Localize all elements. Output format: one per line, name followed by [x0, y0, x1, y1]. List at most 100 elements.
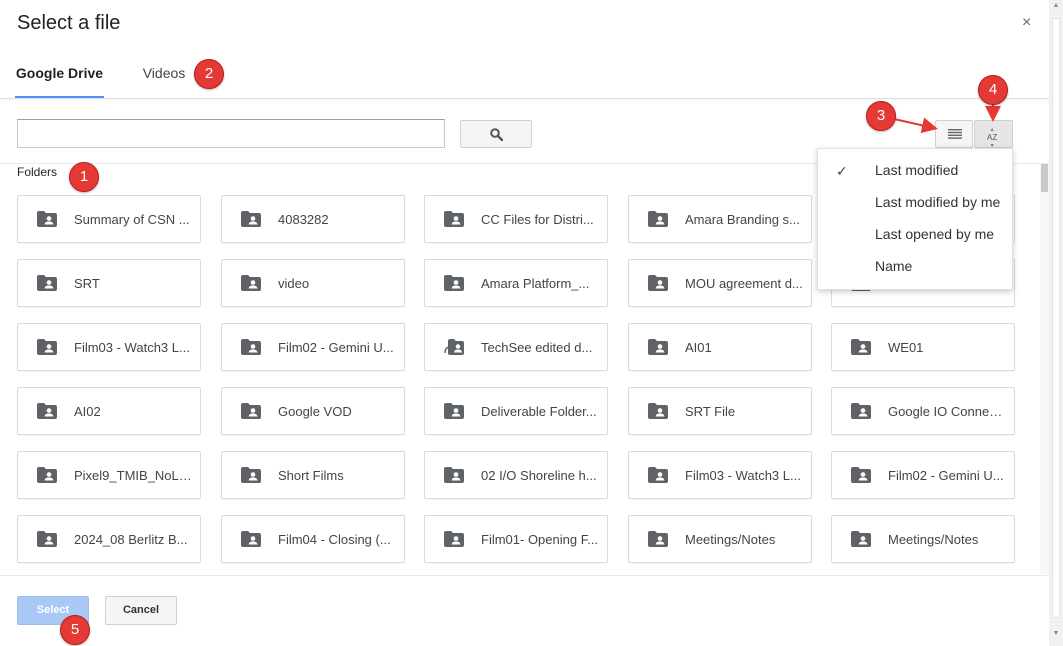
- folder-shared-icon: [241, 467, 261, 483]
- sort-button[interactable]: ▴ AZ ▾: [974, 120, 1013, 149]
- folder-item[interactable]: Pixel9_TMIB_NoLi...: [17, 451, 201, 499]
- folder-item[interactable]: TechSee edited d...: [424, 323, 608, 371]
- search-input[interactable]: [17, 119, 445, 148]
- sort-option-label: Last opened by me: [875, 226, 995, 242]
- folder-name: Short Films: [278, 468, 344, 483]
- folder-name: Amara Branding s...: [685, 212, 800, 227]
- tab-divider: [0, 98, 1049, 99]
- folder-shared-icon: [648, 339, 668, 355]
- folder-shared-icon: [241, 339, 261, 355]
- folder-item[interactable]: Google VOD: [221, 387, 405, 435]
- tab-google-drive[interactable]: Google Drive: [15, 56, 104, 99]
- folder-shared-icon: [648, 531, 668, 547]
- annotation-badge-4: 4: [978, 75, 1008, 105]
- folder-item[interactable]: Film03 - Watch3 L...: [628, 451, 812, 499]
- folder-item[interactable]: Deliverable Folder...: [424, 387, 608, 435]
- folder-name: video: [278, 276, 310, 291]
- folder-name: Google IO Connec...: [888, 404, 1006, 419]
- sort-option-last-opened-by-me[interactable]: Last opened by me: [818, 219, 1014, 251]
- folder-item[interactable]: Amara Branding s...: [628, 195, 812, 243]
- tab-videos[interactable]: Videos: [129, 56, 199, 99]
- folder-shared-icon: [851, 339, 871, 355]
- folder-item[interactable]: AI02: [17, 387, 201, 435]
- sort-option-last-modified[interactable]: ✓ Last modified: [818, 155, 1014, 187]
- folder-shared-icon: [851, 531, 871, 547]
- folder-item[interactable]: Summary of CSN ...: [17, 195, 201, 243]
- folder-name: Deliverable Folder...: [481, 404, 597, 419]
- sort-option-last-modified-by-me[interactable]: Last modified by me: [818, 187, 1014, 219]
- folder-list-scroll-thumb[interactable]: [1041, 164, 1048, 192]
- folder-item[interactable]: Film03 - Watch3 L...: [17, 323, 201, 371]
- sort-option-label: Last modified by me: [875, 194, 1001, 210]
- folder-shared-icon: [444, 403, 464, 419]
- folder-item[interactable]: Film02 - Gemini U...: [221, 323, 405, 371]
- folder-item[interactable]: MOU agreement d...: [628, 259, 812, 307]
- folder-name: AI02: [74, 404, 101, 419]
- folder-shared-icon: [37, 275, 57, 291]
- folder-name: SRT: [74, 276, 100, 291]
- folder-item[interactable]: Amara Platform_...: [424, 259, 608, 307]
- folder-name: Film03 - Watch3 L...: [685, 468, 801, 483]
- folder-name: 02 I/O Shoreline h...: [481, 468, 597, 483]
- folder-item[interactable]: Google IO Connec...: [831, 387, 1015, 435]
- folder-name: Amara Platform_...: [481, 276, 590, 291]
- sort-option-label: Name: [875, 258, 913, 274]
- folder-item[interactable]: Film04 - Closing (...: [221, 515, 405, 563]
- folder-shared-icon: [241, 531, 261, 547]
- sort-az-icon: ▴ AZ ▾: [987, 127, 998, 149]
- scroll-up-arrow-icon[interactable]: ▲: [1049, 2, 1063, 14]
- sort-option-name[interactable]: Name: [818, 251, 1014, 283]
- folder-name: AI01: [685, 340, 712, 355]
- folders-heading: Folders: [17, 165, 58, 179]
- list-view-button[interactable]: [935, 120, 973, 148]
- folder-shared-icon: [648, 211, 668, 227]
- scroll-down-arrow-icon[interactable]: ▼: [1049, 630, 1063, 642]
- folder-item[interactable]: CC Files for Distri...: [424, 195, 608, 243]
- folder-item[interactable]: 2024_08 Berlitz B...: [17, 515, 201, 563]
- sort-menu: ✓ Last modified Last modified by me Last…: [817, 148, 1013, 290]
- cancel-button[interactable]: Cancel: [105, 596, 177, 625]
- list-view-icon: [948, 129, 962, 139]
- folder-name: Film03 - Watch3 L...: [74, 340, 190, 355]
- folder-item[interactable]: 4083282: [221, 195, 405, 243]
- folder-shared-icon: [241, 211, 261, 227]
- folder-name: Meetings/Notes: [685, 532, 776, 547]
- folder-item[interactable]: Meetings/Notes: [628, 515, 812, 563]
- folder-item[interactable]: SRT File: [628, 387, 812, 435]
- folder-name: Pixel9_TMIB_NoLi...: [74, 468, 192, 483]
- folder-list-scrollbar[interactable]: [1040, 164, 1049, 574]
- folder-shared-icon: [37, 339, 57, 355]
- folder-name: WE01: [888, 340, 924, 355]
- folder-name: Google VOD: [278, 404, 352, 419]
- search-button[interactable]: [460, 120, 532, 148]
- folder-shared-icon: [851, 467, 871, 483]
- folder-shared-icon: [851, 403, 871, 419]
- folder-item[interactable]: Meetings/Notes: [831, 515, 1015, 563]
- folder-item[interactable]: video: [221, 259, 405, 307]
- folder-shared-icon: [648, 275, 668, 291]
- page-scrollbar[interactable]: ▲ ▼: [1049, 0, 1063, 646]
- folder-item[interactable]: Film01- Opening F...: [424, 515, 608, 563]
- folder-name: 4083282: [278, 212, 329, 227]
- folder-name: MOU agreement d...: [685, 276, 803, 291]
- folder-shared-icon: [37, 467, 57, 483]
- close-icon[interactable]: ×: [1022, 14, 1031, 32]
- folder-name: 2024_08 Berlitz B...: [74, 532, 188, 547]
- annotation-badge-1: 1: [69, 162, 99, 192]
- sort-option-label: Last modified: [875, 162, 959, 178]
- dialog-title: Select a file: [17, 12, 121, 34]
- annotation-badge-5: 5: [60, 615, 90, 645]
- folder-name: Film02 - Gemini U...: [278, 340, 394, 355]
- page-scroll-thumb[interactable]: [1052, 18, 1060, 618]
- folder-item[interactable]: WE01: [831, 323, 1015, 371]
- folder-name: Film01- Opening F...: [481, 532, 599, 547]
- folder-item[interactable]: Film02 - Gemini U...: [831, 451, 1015, 499]
- folder-item[interactable]: Short Films: [221, 451, 405, 499]
- folder-shared-icon: [241, 275, 261, 291]
- folder-item[interactable]: SRT: [17, 259, 201, 307]
- folder-shortcut-icon: [444, 339, 464, 355]
- annotation-badge-2: 2: [194, 59, 224, 89]
- folder-item[interactable]: 02 I/O Shoreline h...: [424, 451, 608, 499]
- folder-item[interactable]: AI01: [628, 323, 812, 371]
- search-icon: [490, 128, 503, 141]
